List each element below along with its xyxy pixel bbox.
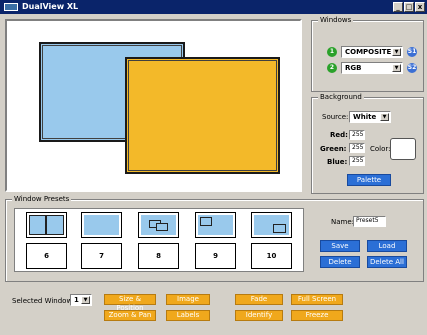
windows-group-label: Windows: [318, 16, 354, 24]
window-2-preview[interactable]: [125, 57, 280, 174]
preset-slot-6[interactable]: 6: [26, 243, 67, 269]
zoom-pan-button[interactable]: Zoom & Pan: [104, 310, 156, 321]
title-bar: DualView XL _ □ x: [0, 0, 427, 14]
labels-button[interactable]: Labels: [166, 310, 210, 321]
preset-slot-8[interactable]: 8: [138, 243, 179, 269]
save-button[interactable]: Save: [320, 240, 360, 252]
load-button[interactable]: Load: [367, 240, 407, 252]
size-position-button[interactable]: Size & Position: [104, 294, 156, 312]
preview-canvas: [5, 19, 302, 192]
window-2-badge: 2: [327, 63, 337, 73]
window-1-source-value: COMPOSITE1: [345, 48, 397, 56]
close-button[interactable]: x: [415, 2, 425, 12]
maximize-button[interactable]: □: [404, 2, 414, 12]
identify-button[interactable]: Identify: [235, 310, 283, 321]
red-label: Red:: [330, 131, 348, 139]
chevron-down-icon: ▼: [380, 113, 389, 121]
window-2-link-icon[interactable]: S2: [407, 63, 417, 73]
full-screen-button[interactable]: Full Screen: [291, 294, 343, 305]
delete-all-button[interactable]: Delete All: [367, 256, 407, 268]
window-2-source-select[interactable]: RGB ▼: [341, 62, 403, 74]
preset-thumbnail-3[interactable]: [138, 212, 179, 238]
selected-window-select[interactable]: 1 ▼: [70, 294, 92, 306]
selected-window-label: Selected Window:: [12, 297, 75, 305]
preset-slot-10[interactable]: 10: [251, 243, 292, 269]
app-icon: [4, 3, 18, 11]
preset-thumbnail-1[interactable]: [26, 212, 67, 238]
red-field[interactable]: 255: [349, 130, 365, 140]
window-title: DualView XL: [22, 2, 79, 11]
preset-thumbnail-4[interactable]: [195, 212, 236, 238]
preset-name-label: Name:: [331, 218, 355, 226]
fade-button[interactable]: Fade: [235, 294, 283, 305]
freeze-button[interactable]: Freeze: [291, 310, 343, 321]
minimize-button[interactable]: _: [393, 2, 403, 12]
background-source-select[interactable]: White ▼: [349, 111, 391, 123]
window-1-link-icon[interactable]: S1: [407, 47, 417, 57]
preset-thumbnail-5[interactable]: [251, 212, 292, 238]
window-1-source-select[interactable]: COMPOSITE1 ▼: [341, 46, 403, 58]
delete-button[interactable]: Delete: [320, 256, 360, 268]
blue-field[interactable]: 255: [349, 156, 365, 166]
preset-thumbnail-2[interactable]: [81, 212, 122, 238]
chevron-down-icon: ▼: [81, 296, 90, 304]
color-label: Color:: [370, 145, 391, 153]
palette-button[interactable]: Palette: [347, 174, 391, 186]
preset-slot-9[interactable]: 9: [195, 243, 236, 269]
chevron-down-icon: ▼: [392, 64, 401, 72]
window-1-badge: 1: [327, 47, 337, 57]
image-button[interactable]: Image: [166, 294, 210, 305]
preset-name-field[interactable]: Preset5: [353, 216, 386, 227]
source-label: Source:: [322, 113, 349, 121]
background-source-value: White: [353, 113, 377, 121]
green-label: Green:: [320, 145, 347, 153]
color-swatch[interactable]: [390, 138, 416, 160]
background-group-label: Background: [318, 93, 364, 101]
preset-slot-7[interactable]: 7: [81, 243, 122, 269]
window-2-source-value: RGB: [345, 64, 362, 72]
selected-window-value: 1: [74, 296, 79, 304]
chevron-down-icon: ▼: [392, 48, 401, 56]
green-field[interactable]: 255: [349, 143, 365, 153]
blue-label: Blue:: [327, 158, 348, 166]
window-presets-label: Window Presets: [12, 195, 72, 203]
